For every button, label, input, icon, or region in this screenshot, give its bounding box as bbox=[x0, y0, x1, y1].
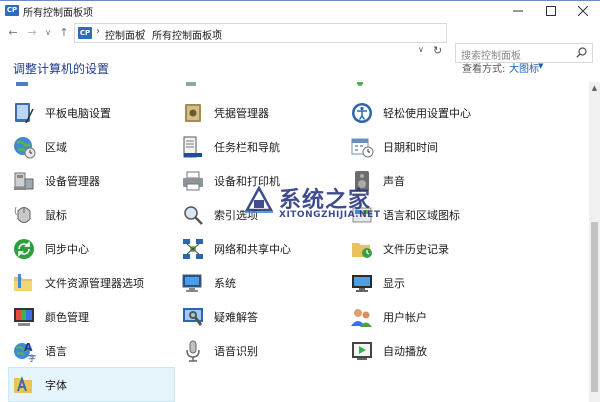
item-tablet-settings[interactable]: 平板电脑设置 bbox=[12, 96, 177, 130]
folder-options-icon bbox=[14, 274, 32, 291]
item-label: 语言 bbox=[45, 345, 67, 358]
scroll-thumb[interactable] bbox=[591, 222, 598, 392]
item-label: 设备管理器 bbox=[45, 175, 100, 188]
watermark: 系统之家 XITONGZHIJIA.NET bbox=[243, 180, 443, 224]
printer-icon bbox=[183, 171, 203, 191]
item-user-accounts[interactable]: 用户帐户 bbox=[350, 300, 515, 334]
item-label: 自动播放 bbox=[383, 345, 427, 358]
item-label: 系统 bbox=[214, 277, 236, 290]
item-label: 颜色管理 bbox=[45, 311, 89, 324]
item-troubleshooting[interactable]: 疑难解答 bbox=[181, 300, 346, 334]
item-sync-center[interactable]: 同步中心 bbox=[12, 232, 177, 266]
item-language[interactable]: A字 语言 bbox=[12, 334, 177, 368]
autoplay-icon bbox=[352, 342, 372, 360]
ease-of-access-icon bbox=[352, 103, 372, 123]
item-ease-of-access[interactable]: 轻松使用设置中心 bbox=[350, 96, 515, 130]
item-label: 轻松使用设置中心 bbox=[383, 107, 471, 120]
network-icon bbox=[183, 239, 203, 259]
item-mouse[interactable]: 鼠标 bbox=[12, 198, 177, 232]
item-label: 文件历史记录 bbox=[383, 243, 449, 256]
item-label: 用户帐户 bbox=[383, 311, 427, 324]
item-speech-recognition[interactable]: 语音识别 bbox=[181, 334, 346, 368]
troubleshooting-icon bbox=[183, 308, 203, 326]
item-label: 字体 bbox=[45, 378, 67, 392]
system-icon bbox=[182, 274, 202, 292]
item-taskbar-navigation[interactable]: 任务栏和导航 bbox=[181, 130, 346, 164]
calendar-clock-icon bbox=[351, 138, 374, 158]
sync-icon bbox=[14, 239, 34, 259]
item-label: 文件资源管理器选项 bbox=[45, 277, 144, 290]
display-icon bbox=[352, 275, 372, 292]
item-label: 语音识别 bbox=[214, 345, 258, 358]
microphone-icon bbox=[186, 340, 200, 362]
device-manager-icon bbox=[14, 172, 34, 190]
credential-vault-icon bbox=[185, 104, 201, 122]
item-label: 网络和共享中心 bbox=[214, 243, 291, 256]
taskbar-icon bbox=[183, 136, 202, 158]
scroll-up-button[interactable]: ▲ bbox=[589, 82, 600, 94]
item-system[interactable]: 系统 bbox=[181, 266, 346, 300]
item-color-management[interactable]: 颜色管理 bbox=[12, 300, 177, 334]
vertical-scrollbar[interactable]: ▲ bbox=[589, 82, 600, 402]
color-management-icon bbox=[14, 308, 34, 326]
watermark-subtext: XITONGZHIJIA.NET bbox=[279, 210, 381, 220]
item-autoplay[interactable]: 自动播放 bbox=[350, 334, 515, 368]
svg-text:A: A bbox=[24, 341, 33, 354]
language-icon: A字 bbox=[14, 341, 36, 363]
item-fonts[interactable]: 字体 bbox=[8, 367, 175, 402]
item-label: 凭据管理器 bbox=[214, 107, 269, 120]
mouse-icon bbox=[14, 206, 31, 223]
item-label: 鼠标 bbox=[45, 209, 67, 222]
item-label: 同步中心 bbox=[45, 243, 89, 256]
item-date-time[interactable]: 日期和时间 bbox=[350, 130, 515, 164]
watermark-logo bbox=[244, 185, 274, 213]
item-label: 任务栏和导航 bbox=[214, 141, 280, 154]
tablet-icon bbox=[15, 103, 34, 124]
item-label: 平板电脑设置 bbox=[45, 107, 111, 120]
item-label: 日期和时间 bbox=[383, 141, 438, 154]
item-file-history[interactable]: 文件历史记录 bbox=[350, 232, 515, 266]
indexing-icon bbox=[184, 206, 203, 225]
item-label: 区域 bbox=[45, 141, 67, 154]
fonts-icon bbox=[14, 375, 32, 393]
item-file-explorer-options[interactable]: 文件资源管理器选项 bbox=[12, 266, 177, 300]
svg-text:字: 字 bbox=[28, 353, 36, 363]
item-network-sharing[interactable]: 网络和共享中心 bbox=[181, 232, 346, 266]
item-region[interactable]: 区域 bbox=[12, 130, 177, 164]
item-credential-manager[interactable]: 凭据管理器 bbox=[181, 96, 346, 130]
globe-clock-icon bbox=[14, 137, 36, 159]
item-device-manager[interactable]: 设备管理器 bbox=[12, 164, 177, 198]
item-display[interactable]: 显示 bbox=[350, 266, 515, 300]
item-label: 疑难解答 bbox=[214, 311, 258, 324]
item-label: 显示 bbox=[383, 277, 405, 290]
file-history-icon bbox=[352, 243, 372, 258]
user-accounts-icon bbox=[351, 309, 372, 327]
